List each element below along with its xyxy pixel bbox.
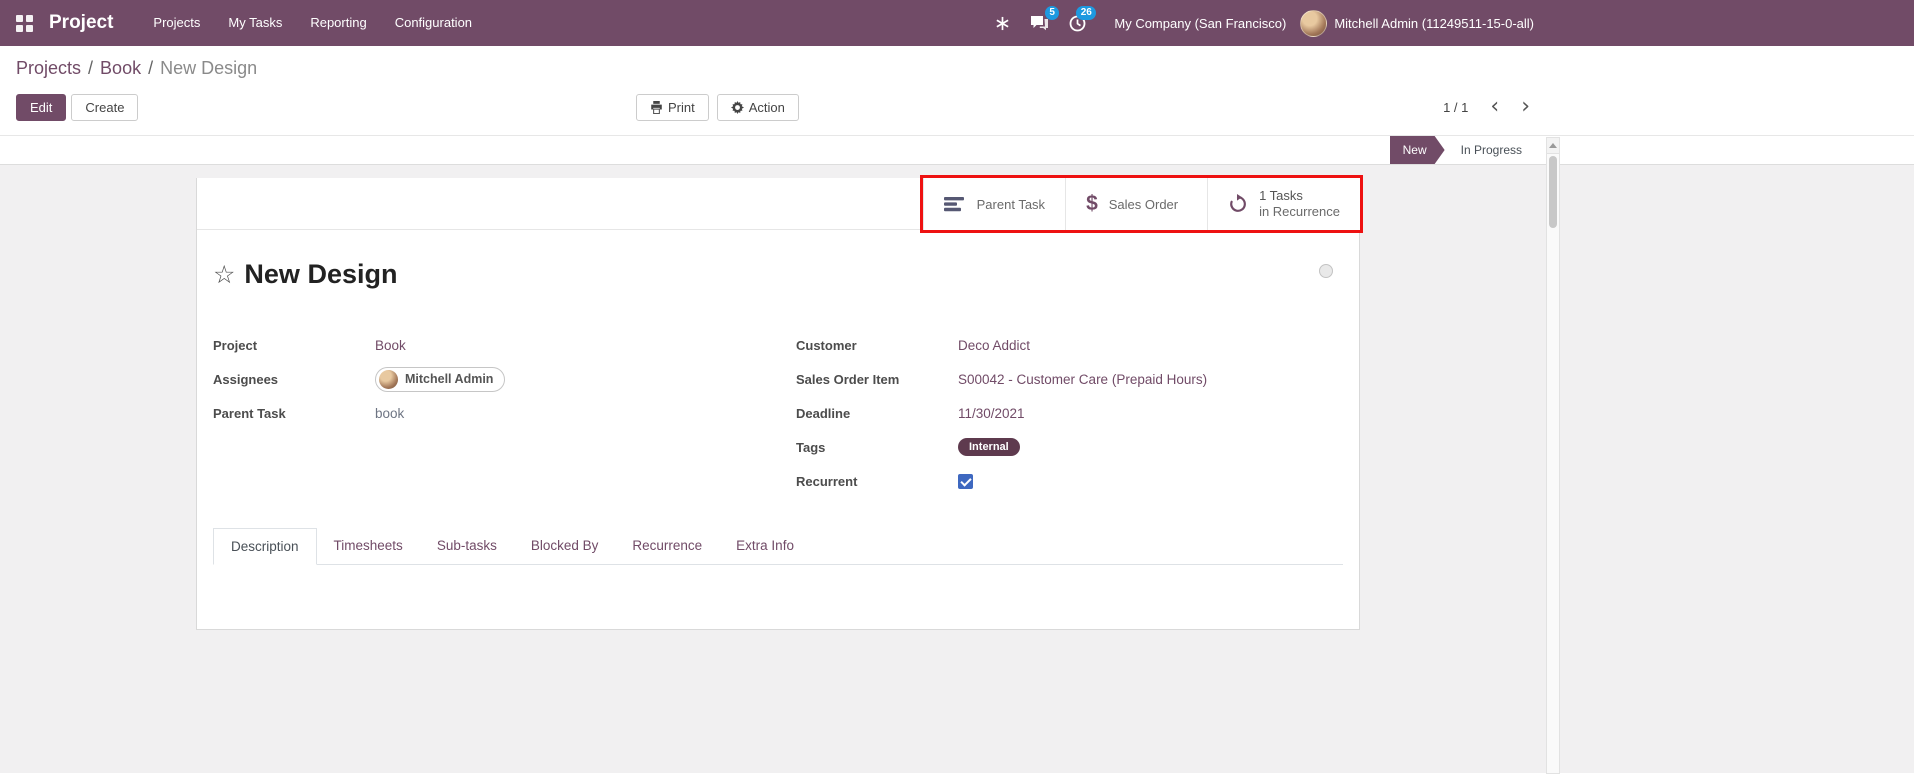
pager-value: 1 / 1 [1443, 99, 1469, 115]
print-label: Print [668, 99, 695, 115]
description-tab-content[interactable] [213, 565, 1343, 627]
user-avatar[interactable] [1300, 9, 1328, 37]
print-button[interactable]: Print [636, 93, 709, 121]
field-customer: Customer Deco Addict [796, 328, 1343, 362]
tab-timesheets[interactable]: Timesheets [317, 528, 420, 565]
field-tags: Tags Internal [796, 430, 1343, 464]
messages-badge: 5 [1044, 6, 1060, 20]
field-recurrent: Recurrent [796, 464, 1343, 498]
nav-item-my-tasks[interactable]: My Tasks [214, 0, 296, 46]
tab-description[interactable]: Description [213, 528, 317, 565]
project-link[interactable]: Book [375, 338, 406, 353]
debug-icon[interactable] [985, 16, 1020, 31]
control-panel: Projects / Book / New Design Edit Create Pri… [0, 46, 1914, 135]
field-parent-task: Parent Task book [213, 396, 778, 430]
tab-blocked-by[interactable]: Blocked By [514, 528, 616, 565]
stage-in-progress[interactable]: In Progress [1445, 136, 1538, 164]
field-grid: Project Book Assignees Mitchell Admin Pa… [213, 328, 1343, 498]
field-label-recurrent: Recurrent [796, 473, 858, 489]
vertical-scrollbar[interactable] [1546, 137, 1560, 774]
nav-item-projects[interactable]: Projects [139, 0, 214, 46]
notebook-tabs: Description Timesheets Sub-tasks Blocked… [213, 528, 1343, 565]
stat-button-label: Parent Task [976, 196, 1046, 212]
activities-badge: 26 [1076, 5, 1097, 20]
field-label-sales-order-item: Sales Order Item [796, 371, 900, 387]
scrollbar-thumb[interactable] [1549, 156, 1557, 228]
tab-recurrence[interactable]: Recurrence [615, 528, 719, 565]
button-box-row: Parent Task $ Sales Order 1 Tasks in Rec… [197, 175, 1363, 233]
edit-button[interactable]: Edit [16, 93, 67, 121]
recurrent-checkbox[interactable] [958, 473, 973, 489]
breadcrumb-book[interactable]: Book [100, 58, 141, 78]
field-project: Project Book [213, 328, 778, 362]
parent-task-value: book [375, 405, 405, 421]
deadline-value[interactable]: 11/30/2021 [958, 406, 1025, 421]
pager-next-button[interactable]: › [1521, 94, 1530, 119]
action-button[interactable]: Action [716, 93, 799, 121]
stage-new[interactable]: New [1390, 136, 1445, 164]
breadcrumb-separator: / [148, 58, 154, 78]
tag-internal: Internal [958, 438, 1020, 456]
field-label-customer: Customer [796, 337, 857, 353]
stat-button-label: 1 Tasks in Recurrence [1259, 188, 1340, 221]
tasks-icon [943, 196, 966, 212]
kanban-state-icon[interactable] [1319, 264, 1333, 278]
nav-item-configuration[interactable]: Configuration [381, 0, 486, 46]
user-menu[interactable]: Mitchell Admin (11249511-15-0-all) [1334, 16, 1534, 31]
recurrence-caption: in Recurrence [1259, 204, 1340, 219]
stage-statusbar: New In Progress [0, 135, 1914, 165]
sales-order-item-link[interactable]: S00042 - Customer Care (Prepaid Hours) [958, 372, 1207, 387]
parent-task-stat-button[interactable]: Parent Task [922, 178, 1065, 230]
favorite-star-icon[interactable]: ☆ [213, 262, 235, 287]
stat-button-box: Parent Task $ Sales Order 1 Tasks in Rec… [919, 175, 1363, 233]
scroll-up-button[interactable] [1547, 138, 1559, 154]
field-label-tags: Tags [796, 439, 826, 455]
tab-sub-tasks[interactable]: Sub-tasks [420, 528, 514, 565]
printer-icon [650, 100, 663, 114]
app-name[interactable]: Project [49, 12, 113, 34]
company-switcher[interactable]: My Company (San Francisco) [1114, 16, 1286, 31]
field-assignees: Assignees Mitchell Admin [213, 362, 778, 396]
recurrence-stat-button[interactable]: 1 Tasks in Recurrence [1207, 178, 1360, 230]
action-label: Action [748, 99, 785, 115]
customer-link[interactable]: Deco Addict [958, 338, 1030, 353]
task-title: New Design [244, 258, 398, 289]
breadcrumb: Projects / Book / New Design [16, 58, 1898, 79]
assignee-avatar [379, 369, 398, 389]
breadcrumb-current: New Design [160, 58, 258, 78]
sales-order-stat-button[interactable]: $ Sales Order [1065, 178, 1207, 230]
chevron-left-icon: ‹ [1490, 94, 1500, 119]
main-menu: Projects My Tasks Reporting Configuratio… [139, 0, 486, 46]
breadcrumb-projects[interactable]: Projects [16, 58, 81, 78]
apps-grid-icon[interactable] [16, 14, 33, 32]
gear-icon [730, 100, 744, 114]
assignee-pill[interactable]: Mitchell Admin [375, 366, 506, 392]
stat-button-label: Sales Order [1108, 196, 1179, 212]
nav-item-reporting[interactable]: Reporting [296, 0, 380, 46]
breadcrumb-separator: / [88, 58, 94, 78]
top-navbar: Project Projects My Tasks Reporting Conf… [0, 0, 1914, 46]
form-sheet: Parent Task $ Sales Order 1 Tasks in Rec… [196, 175, 1363, 630]
refresh-icon [1228, 194, 1248, 214]
field-label-deadline: Deadline [796, 405, 851, 421]
pager-previous-button[interactable]: ‹ [1490, 94, 1500, 119]
assignee-name: Mitchell Admin [405, 372, 494, 386]
dollar-icon: $ [1086, 192, 1098, 215]
tab-extra-info[interactable]: Extra Info [719, 528, 811, 565]
field-label-assignees: Assignees [213, 371, 279, 387]
form-view-background: Parent Task $ Sales Order 1 Tasks in Rec… [0, 165, 1914, 773]
field-deadline: Deadline 11/30/2021 [796, 396, 1343, 430]
field-label-project: Project [213, 337, 258, 353]
chevron-right-icon: › [1521, 94, 1530, 119]
field-label-parent-task: Parent Task [213, 405, 286, 421]
field-sales-order-item: Sales Order Item S00042 - Customer Care … [796, 362, 1343, 396]
activities-icon[interactable]: 26 [1059, 5, 1097, 32]
recurrence-count: 1 Tasks [1259, 187, 1303, 203]
messages-icon[interactable]: 5 [1020, 6, 1060, 31]
create-button[interactable]: Create [71, 93, 139, 121]
